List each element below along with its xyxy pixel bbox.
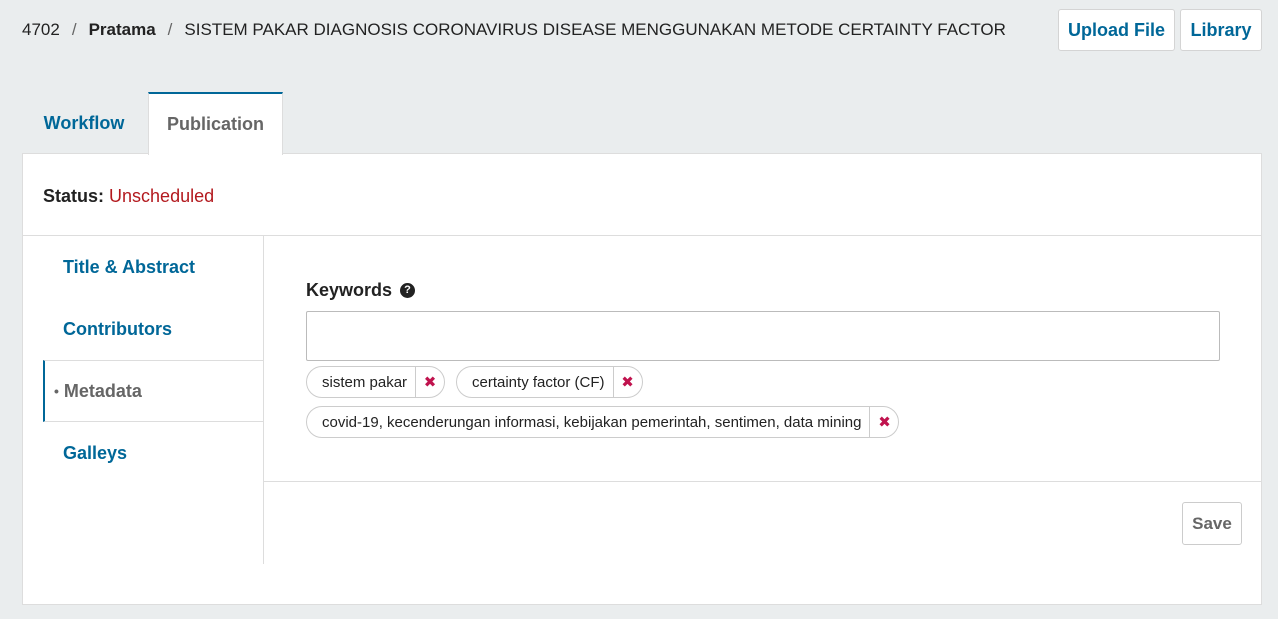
- submission-author: Pratama: [88, 20, 156, 39]
- save-button[interactable]: Save: [1182, 502, 1242, 545]
- tab-workflow[interactable]: Workflow: [22, 92, 146, 154]
- sidenav-item-label: Metadata: [63, 380, 142, 401]
- upload-file-button[interactable]: Upload File: [1058, 9, 1175, 51]
- publication-status: Status: Unscheduled: [43, 186, 214, 207]
- breadcrumb: 4702 / Pratama / SISTEM PAKAR DIAGNOSIS CORO…: [22, 20, 1006, 40]
- sidenav-item-contributors[interactable]: Contributors: [43, 298, 263, 360]
- page-header: 4702 / Pratama / SISTEM PAKAR DIAGNOSIS CORO…: [0, 0, 1278, 62]
- sidenav-item-galleys[interactable]: Galleys: [43, 422, 263, 484]
- sidenav-item-metadata[interactable]: • Metadata: [43, 360, 263, 422]
- remove-keyword-icon[interactable]: ✖: [869, 406, 898, 438]
- breadcrumb-separator: /: [167, 20, 173, 39]
- metadata-form: Keywords ? sistem pakar ✖ certainty fact…: [263, 236, 1262, 564]
- status-value: Unscheduled: [109, 186, 215, 206]
- remove-keyword-icon[interactable]: ✖: [415, 366, 444, 398]
- keywords-label: Keywords ?: [306, 280, 416, 301]
- keyword-tag-text: sistem pakar: [322, 373, 408, 391]
- publication-panel: Status: Unscheduled Title & Abstract Con…: [22, 153, 1262, 605]
- remove-keyword-icon[interactable]: ✖: [612, 366, 642, 398]
- keyword-tag-text: covid-19, kecenderungan informasi, kebij…: [322, 413, 862, 431]
- help-icon[interactable]: ?: [400, 283, 416, 298]
- breadcrumb-separator: /: [71, 20, 77, 39]
- keyword-tag: sistem pakar ✖: [306, 366, 446, 398]
- divider: [264, 481, 1262, 482]
- tab-publication[interactable]: Publication: [148, 92, 283, 155]
- active-bullet-icon: •: [54, 383, 59, 399]
- keyword-tag: certainty factor (CF) ✖: [456, 366, 643, 398]
- keyword-tag: covid-19, kecenderungan informasi, kebij…: [306, 406, 900, 438]
- keywords-label-text: Keywords: [306, 280, 393, 300]
- keyword-tag-text: certainty factor (CF): [472, 373, 605, 391]
- status-label: Status:: [43, 186, 105, 206]
- sidenav-item-title-abstract[interactable]: Title & Abstract: [43, 236, 263, 298]
- submission-id: 4702: [22, 20, 60, 39]
- keywords-input[interactable]: [306, 311, 1220, 361]
- library-button[interactable]: Library: [1180, 9, 1262, 51]
- submission-title: SISTEM PAKAR DIAGNOSIS CORONAVIRUS DISEA…: [184, 20, 1006, 39]
